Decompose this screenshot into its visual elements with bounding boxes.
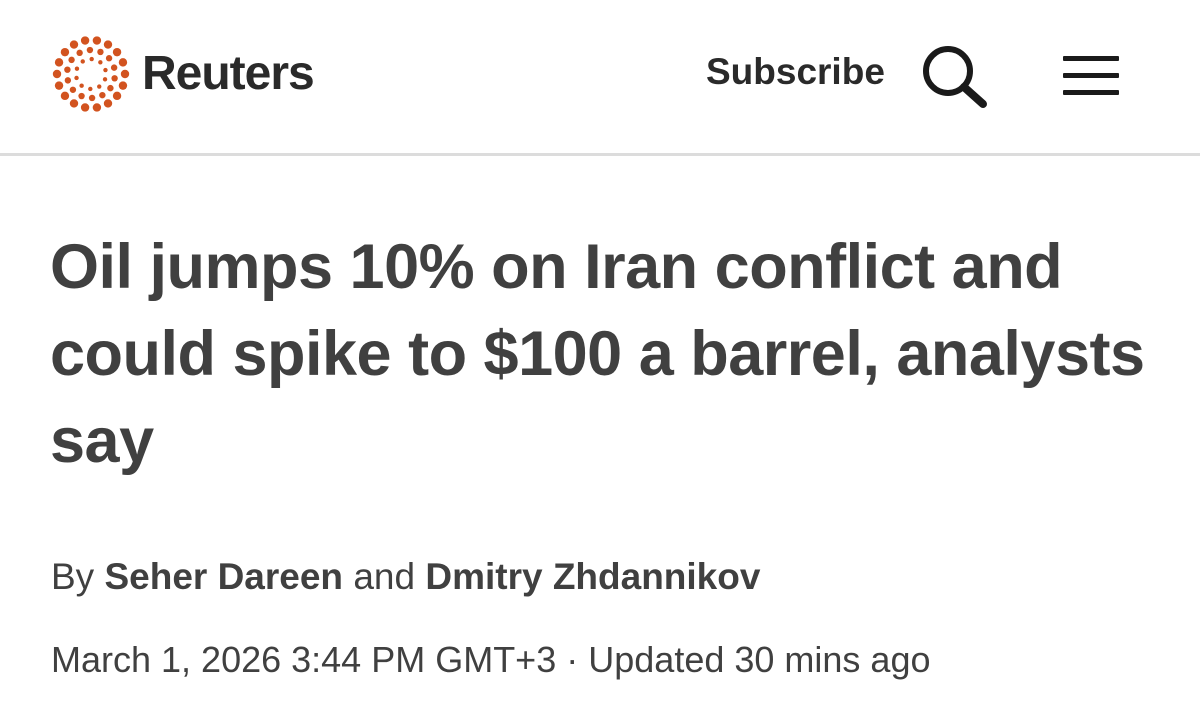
author-link-2[interactable]: Dmitry Zhdannikov <box>425 556 760 597</box>
logo-dot <box>97 48 104 56</box>
logo-dot <box>60 47 70 57</box>
logo-dot <box>69 86 77 93</box>
logo-dot <box>92 103 102 112</box>
logo-dot <box>118 58 128 67</box>
logo-dot <box>102 77 108 82</box>
logo-dot <box>79 83 84 88</box>
reuters-logo-link[interactable]: Reuters <box>50 33 315 115</box>
article-headline: Oil jumps 10% on Iran conflict and could… <box>50 232 1145 476</box>
logo-dot <box>103 40 113 49</box>
logo-dot <box>103 67 108 73</box>
logo-dot <box>69 40 79 49</box>
logo-dot <box>92 36 102 45</box>
logo-dot <box>80 59 85 64</box>
logo-dot <box>103 99 113 108</box>
logo-dot <box>107 84 114 92</box>
logo-dot <box>120 69 130 79</box>
reuters-logo-icon <box>52 36 130 112</box>
logo-dot <box>54 81 64 90</box>
published-timestamp: March 1, 2026 3:44 PM GMT+3 <box>51 639 557 680</box>
logo-dot <box>76 49 83 57</box>
logo-dot <box>78 92 85 100</box>
menu-button[interactable] <box>1058 48 1124 104</box>
article-page: Reuters Subscribe Oil jumps 10% on Iran … <box>0 0 1200 727</box>
search-icon <box>923 46 987 108</box>
logo-dot <box>98 60 103 65</box>
byline: By Seher Dareen and Dmitry Zhdannikov <box>51 553 760 601</box>
logo-dot <box>74 66 80 71</box>
subscribe-button[interactable]: Subscribe <box>706 50 885 94</box>
byline-prefix: By <box>51 556 95 597</box>
logo-dot <box>86 46 94 54</box>
logo-dot <box>88 86 93 92</box>
dateline: March 1, 2026 3:44 PM GMT+3 · Updated 30… <box>51 637 931 683</box>
logo-dot <box>118 81 128 90</box>
logo-dot <box>80 103 90 112</box>
top-nav-bar: Reuters Subscribe <box>0 0 1200 156</box>
author-link-1[interactable]: Seher Dareen <box>104 556 343 597</box>
logo-dot <box>110 64 118 71</box>
logo-dot <box>60 91 70 101</box>
logo-dot <box>64 77 72 84</box>
byline-conjunction: and <box>353 556 416 597</box>
logo-dot <box>105 55 113 62</box>
logo-dot <box>112 91 122 101</box>
logo-dot <box>97 84 102 89</box>
logo-dot <box>99 91 106 99</box>
dateline-separator: · <box>566 639 579 680</box>
logo-dot <box>74 75 79 81</box>
logo-dot <box>112 47 122 57</box>
brand-name: Reuters <box>142 47 315 100</box>
search-button[interactable] <box>918 40 992 114</box>
logo-dot <box>89 56 94 62</box>
logo-dot <box>88 94 96 102</box>
logo-dot <box>52 69 62 79</box>
logo-dot <box>68 56 75 64</box>
logo-dot <box>111 75 118 82</box>
logo-dot <box>80 36 90 45</box>
updated-timestamp: Updated 30 mins ago <box>588 639 931 680</box>
hamburger-menu-icon <box>1063 56 1119 95</box>
logo-dot <box>54 58 64 67</box>
logo-dot <box>69 99 79 108</box>
logo-dot <box>64 66 71 73</box>
